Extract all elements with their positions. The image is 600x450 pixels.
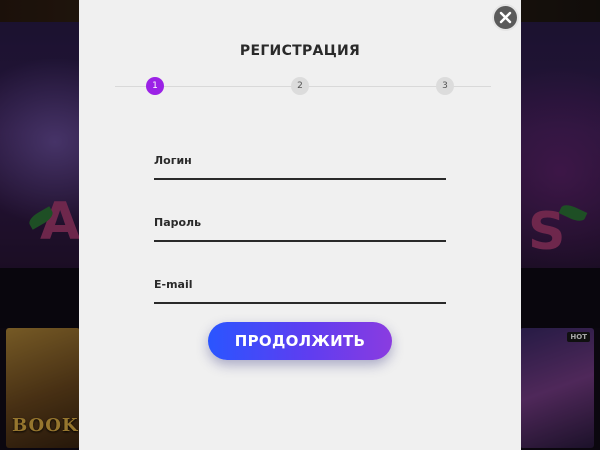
email-field: E-mail	[154, 278, 446, 304]
email-input[interactable]	[154, 278, 446, 302]
step-1-indicator: 1	[146, 77, 164, 95]
password-field: Пароль	[154, 216, 446, 242]
login-input[interactable]	[154, 154, 446, 178]
registration-modal: РЕГИСТРАЦИЯ 1 2 3 Логин Пароль E-mail ПР…	[79, 0, 521, 450]
close-icon	[499, 11, 512, 24]
modal-title: РЕГИСТРАЦИЯ	[239, 43, 361, 59]
step-2-indicator: 2	[291, 77, 309, 95]
password-input[interactable]	[154, 216, 446, 240]
continue-button[interactable]: ПРОДОЛЖИТЬ	[208, 322, 392, 360]
close-button[interactable]	[492, 4, 519, 31]
login-field: Логин	[154, 154, 446, 180]
step-3-indicator: 3	[436, 77, 454, 95]
